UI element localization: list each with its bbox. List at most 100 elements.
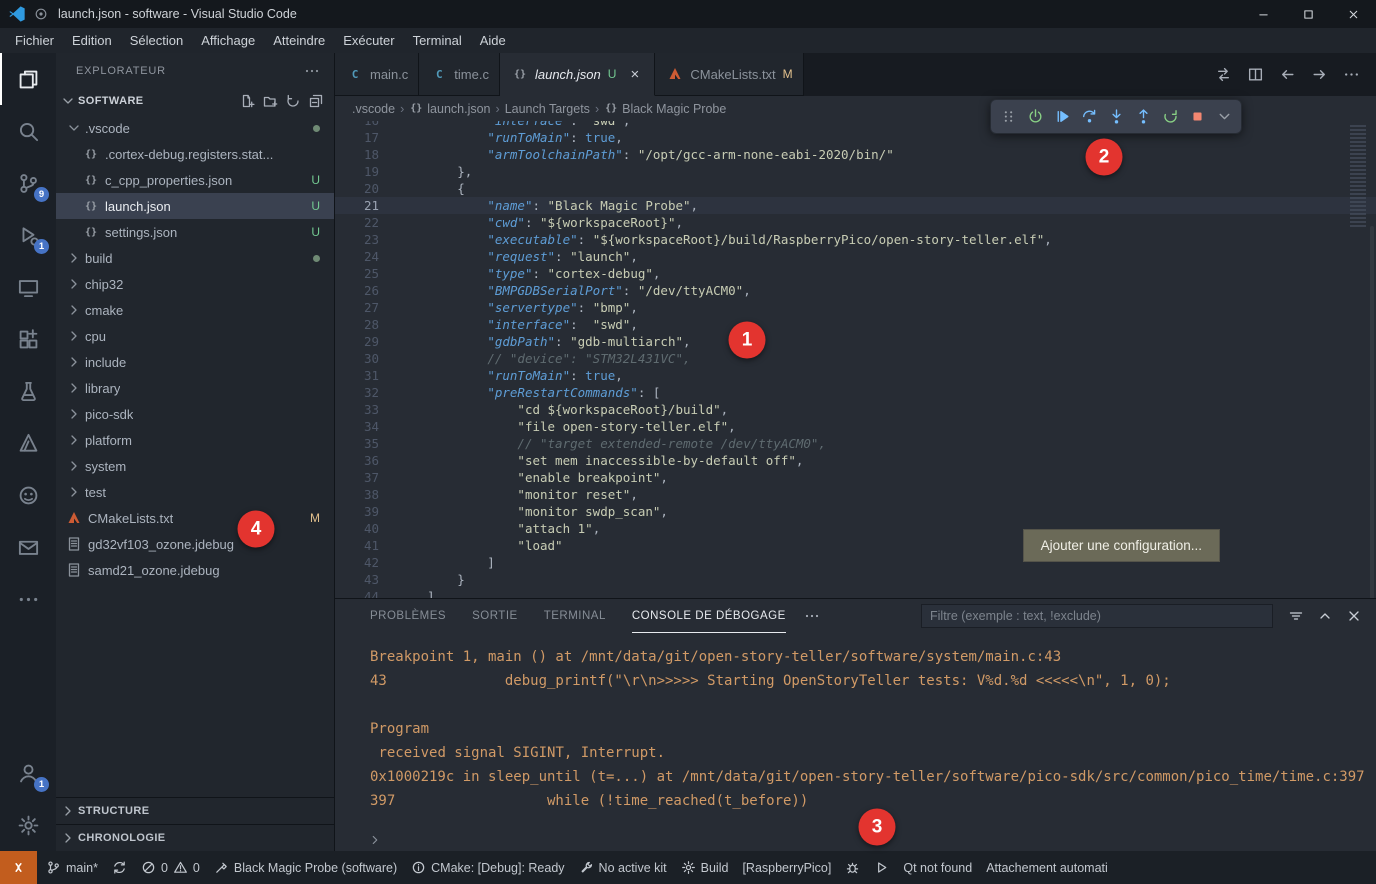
- debug-console-input[interactable]: [335, 829, 1376, 851]
- breadcrumb-item[interactable]: Launch Targets: [505, 102, 590, 116]
- tree-item-.cortex-debug.registers.stat...[interactable]: {}.cortex-debug.registers.stat...: [56, 141, 334, 167]
- sidebar-more-icon[interactable]: [304, 63, 320, 79]
- menu-sélection[interactable]: Sélection: [121, 28, 192, 53]
- debug-step-into-button[interactable]: [1104, 105, 1128, 129]
- add-configuration-button[interactable]: Ajouter une configuration...: [1023, 529, 1220, 562]
- activity-messages[interactable]: [0, 521, 56, 573]
- tree-item-platform[interactable]: platform: [56, 427, 334, 453]
- menu-affichage[interactable]: Affichage: [192, 28, 264, 53]
- activity-extensions[interactable]: [0, 313, 56, 365]
- status-git-branch[interactable]: main*: [39, 851, 105, 884]
- tree-item-cmake[interactable]: cmake: [56, 297, 334, 323]
- tab-main.c[interactable]: Cmain.c: [335, 53, 419, 96]
- debug-pause-button[interactable]: [1023, 105, 1047, 129]
- arrow-right-icon[interactable]: [1311, 66, 1328, 83]
- menu-atteindre[interactable]: Atteindre: [264, 28, 334, 53]
- panel-tab-console-de-débogage[interactable]: CONSOLE DE DÉBOGAGE: [632, 599, 786, 633]
- debug-stop-button[interactable]: [1185, 105, 1209, 129]
- tree-item-gd32vf103_ozone.jdebug[interactable]: gd32vf103_ozone.jdebug: [56, 531, 334, 557]
- debug-continue-button[interactable]: [1050, 105, 1074, 129]
- refresh-icon[interactable]: [285, 93, 301, 109]
- activity-cmake-tools[interactable]: [0, 417, 56, 469]
- debug-filter-input[interactable]: [921, 604, 1273, 628]
- close-tab-icon[interactable]: ×: [625, 65, 644, 84]
- activity-testing[interactable]: [0, 365, 56, 417]
- tree-item-include[interactable]: include: [56, 349, 334, 375]
- panel-tab-problèmes[interactable]: PROBLÈMES: [370, 599, 446, 633]
- code-editor[interactable]: 16 "interface": "swd",17 "runToMain": tr…: [335, 121, 1376, 598]
- status-cmake-debug[interactable]: [838, 851, 867, 884]
- tree-item-settings.json[interactable]: {}settings.jsonU: [56, 219, 334, 245]
- breadcrumb-item[interactable]: .vscode: [352, 102, 395, 116]
- breadcrumb-item[interactable]: {}Black Magic Probe: [604, 102, 726, 116]
- breadcrumb-item[interactable]: {}launch.json: [409, 102, 490, 116]
- tree-item-cmakelists.txt[interactable]: CMakeLists.txtM: [56, 505, 334, 531]
- tree-item-chip32[interactable]: chip32: [56, 271, 334, 297]
- tree-item-launch.json[interactable]: {}launch.jsonU: [56, 193, 334, 219]
- tree-item-c_cpp_properties.json[interactable]: {}c_cpp_properties.jsonU: [56, 167, 334, 193]
- tree-item-cpu[interactable]: cpu: [56, 323, 334, 349]
- status-cmake-build[interactable]: Build: [674, 851, 736, 884]
- split-icon[interactable]: [1247, 66, 1264, 83]
- debug-step-out-button[interactable]: [1131, 105, 1155, 129]
- status-auto-attach[interactable]: Attachement automati: [979, 851, 1115, 884]
- tree-item-.vscode[interactable]: .vscode: [56, 115, 334, 141]
- new-folder-icon[interactable]: [262, 93, 278, 109]
- close-window-button[interactable]: [1331, 0, 1376, 28]
- minimap[interactable]: [1350, 125, 1366, 229]
- tree-item-build[interactable]: build: [56, 245, 334, 271]
- section-chronologie[interactable]: CHRONOLOGIE: [56, 824, 334, 851]
- tree-item-test[interactable]: test: [56, 479, 334, 505]
- menu-aide[interactable]: Aide: [471, 28, 515, 53]
- activity-explorer[interactable]: [0, 53, 56, 105]
- arrow-left-icon[interactable]: [1279, 66, 1296, 83]
- tree-item-library[interactable]: library: [56, 375, 334, 401]
- status-cmake-kit[interactable]: No active kit: [572, 851, 674, 884]
- tab-time.c[interactable]: Ctime.c: [419, 53, 500, 96]
- compare-icon[interactable]: [1215, 66, 1232, 83]
- minimize-button[interactable]: [1241, 0, 1286, 28]
- status-cmake-launch[interactable]: [867, 851, 896, 884]
- status-remote[interactable]: [0, 851, 37, 884]
- tab-cmakelists.txt[interactable]: CMakeLists.txtM: [655, 53, 803, 96]
- menu-edition[interactable]: Edition: [63, 28, 121, 53]
- status-cmake-target[interactable]: [RaspberryPico]: [735, 851, 838, 884]
- status-qt[interactable]: Qt not found: [896, 851, 979, 884]
- activity-source-control[interactable]: 9: [0, 157, 56, 209]
- status-sync[interactable]: [105, 851, 134, 884]
- ellipsis-icon[interactable]: [1343, 66, 1360, 83]
- tree-item-system[interactable]: system: [56, 453, 334, 479]
- close-icon[interactable]: [1346, 608, 1362, 624]
- section-structure[interactable]: STRUCTURE: [56, 797, 334, 824]
- tree-item-samd21_ozone.jdebug[interactable]: samd21_ozone.jdebug: [56, 557, 334, 583]
- panel-tab-sortie[interactable]: SORTIE: [472, 599, 518, 633]
- activity-more-views[interactable]: [0, 573, 56, 625]
- filter-lines-icon[interactable]: [1288, 608, 1304, 624]
- activity-assistant[interactable]: [0, 469, 56, 521]
- menu-terminal[interactable]: Terminal: [404, 28, 471, 53]
- debug-step-over-button[interactable]: [1077, 105, 1101, 129]
- activity-accounts[interactable]: 1: [0, 747, 56, 799]
- debug-restart-button[interactable]: [1158, 105, 1182, 129]
- activity-search[interactable]: [0, 105, 56, 157]
- panel-more-icon[interactable]: [804, 608, 820, 624]
- collapse-all-icon[interactable]: [308, 93, 324, 109]
- status-problems[interactable]: 00: [134, 851, 207, 884]
- debug-drag-handle-button[interactable]: [996, 105, 1020, 129]
- activity-settings[interactable]: [0, 799, 56, 851]
- menu-exécuter[interactable]: Exécuter: [334, 28, 403, 53]
- maximize-button[interactable]: [1286, 0, 1331, 28]
- tree-item-pico-sdk[interactable]: pico-sdk: [56, 401, 334, 427]
- activity-run-and-debug[interactable]: 1: [0, 209, 56, 261]
- activity-remote-explorer[interactable]: [0, 261, 56, 313]
- debug-more-button[interactable]: [1212, 105, 1236, 129]
- panel-tab-terminal[interactable]: TERMINAL: [544, 599, 606, 633]
- section-software[interactable]: SOFTWARE: [56, 88, 334, 114]
- tab-launch.json[interactable]: {}launch.jsonU×: [500, 53, 655, 96]
- status-debug-config[interactable]: Black Magic Probe (software): [207, 851, 404, 884]
- menu-fichier[interactable]: Fichier: [6, 28, 63, 53]
- new-file-icon[interactable]: [239, 93, 255, 109]
- chev-up-icon[interactable]: [1317, 608, 1333, 624]
- editor-scrollbar[interactable]: [1370, 226, 1374, 598]
- status-cmake-status[interactable]: CMake: [Debug]: Ready: [404, 851, 571, 884]
